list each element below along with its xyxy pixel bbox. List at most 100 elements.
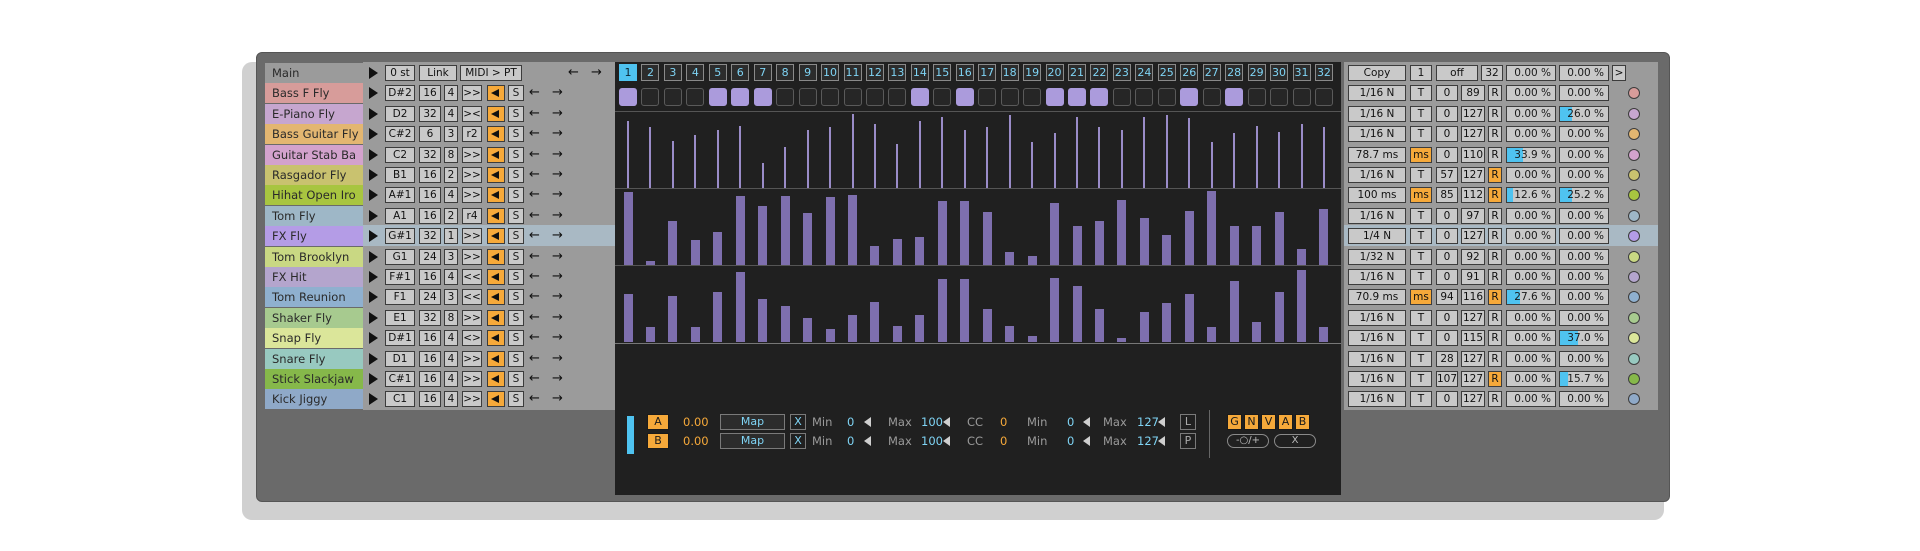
- lane-bar[interactable]: [1229, 226, 1239, 265]
- lane-bar[interactable]: [1117, 200, 1127, 265]
- division-field[interactable]: 3: [444, 248, 458, 265]
- play-track-button[interactable]: [369, 189, 378, 202]
- gnvab-button[interactable]: V: [1261, 414, 1276, 430]
- step-number[interactable]: 30: [1270, 64, 1289, 81]
- mod-a-min-arrow-icon[interactable]: [864, 417, 871, 427]
- shift-right-arrow-icon[interactable]: →: [552, 226, 563, 246]
- time-mode-button[interactable]: T: [1410, 85, 1432, 102]
- percent-1-field[interactable]: 0.00 %: [1506, 309, 1556, 326]
- lane-bar[interactable]: [960, 279, 970, 342]
- steps-field[interactable]: 16: [419, 187, 441, 204]
- step-trigger[interactable]: [1292, 88, 1311, 106]
- next-page-button[interactable]: >: [1612, 65, 1626, 81]
- rate-field[interactable]: 1/16 N: [1348, 391, 1406, 408]
- lane-bar[interactable]: [1005, 326, 1015, 342]
- solo-button[interactable]: S: [508, 167, 524, 183]
- lane-bar[interactable]: [1229, 281, 1239, 342]
- value-2-field[interactable]: 91: [1461, 269, 1485, 285]
- step-number[interactable]: 14: [910, 64, 929, 81]
- solo-button[interactable]: S: [508, 330, 524, 347]
- lane-bar[interactable]: [668, 296, 678, 342]
- lane-bar[interactable]: [825, 197, 835, 265]
- lane-bar[interactable]: [1094, 221, 1104, 265]
- percent-2-field[interactable]: 0.00 %: [1559, 289, 1609, 306]
- steps-field[interactable]: 32: [419, 146, 441, 163]
- step-trigger[interactable]: [910, 88, 929, 106]
- lane-bar[interactable]: [1008, 115, 1011, 188]
- step-trigger[interactable]: [731, 88, 750, 106]
- mute-speaker-icon[interactable]: [487, 187, 505, 204]
- time-mode-button[interactable]: ms: [1410, 187, 1432, 204]
- lane-bar[interactable]: [1274, 292, 1284, 342]
- value-1-field[interactable]: 0: [1436, 330, 1458, 347]
- solo-button[interactable]: S: [508, 187, 524, 204]
- step-trigger[interactable]: [821, 88, 840, 106]
- note-field[interactable]: C2: [385, 146, 415, 163]
- rate-field[interactable]: 70.9 ms: [1348, 289, 1406, 306]
- value-2-field[interactable]: 127: [1461, 350, 1485, 367]
- parameter-lane-2[interactable]: [615, 266, 1341, 342]
- note-field[interactable]: A1: [385, 207, 415, 224]
- lane-bar[interactable]: [918, 121, 921, 188]
- step-number[interactable]: 18: [1000, 64, 1019, 81]
- step-number[interactable]: 2: [641, 64, 660, 81]
- solo-button[interactable]: S: [508, 309, 524, 326]
- mod-b-cc-value[interactable]: 0: [1000, 434, 1007, 448]
- lane-bar[interactable]: [758, 206, 768, 265]
- direction-field[interactable]: >>: [462, 371, 482, 387]
- lane-bar[interactable]: [986, 127, 989, 188]
- solo-button[interactable]: S: [508, 269, 524, 285]
- lane-bar[interactable]: [1072, 286, 1082, 342]
- lane-bar[interactable]: [690, 240, 700, 265]
- percent-2-field[interactable]: 0.00 %: [1559, 391, 1609, 408]
- lane-bar[interactable]: [1184, 294, 1194, 342]
- division-field[interactable]: 2: [444, 167, 458, 183]
- note-field[interactable]: D#2: [385, 85, 415, 102]
- value-2-field[interactable]: 127: [1461, 126, 1485, 143]
- velocity-lane[interactable]: [615, 112, 1341, 188]
- lane-bar[interactable]: [1297, 270, 1306, 342]
- play-track-button[interactable]: [369, 107, 378, 120]
- step-trigger[interactable]: [955, 88, 974, 106]
- shift-right-arrow-icon[interactable]: →: [552, 206, 563, 226]
- percent-2-field[interactable]: 26.0 %: [1559, 105, 1609, 122]
- step-trigger[interactable]: [641, 88, 660, 106]
- step-trigger[interactable]: [933, 88, 952, 106]
- solo-button[interactable]: S: [508, 126, 524, 143]
- r-button[interactable]: R: [1488, 105, 1502, 122]
- rate-field[interactable]: 78.7 ms: [1348, 146, 1406, 163]
- play-track-button[interactable]: [369, 291, 378, 304]
- lane-bar[interactable]: [1252, 322, 1262, 342]
- shift-left-arrow-icon[interactable]: ←: [529, 145, 540, 165]
- solo-button[interactable]: S: [508, 289, 524, 306]
- direction-field[interactable]: <>: [462, 330, 482, 347]
- play-track-button[interactable]: [369, 250, 378, 263]
- percent-2-field[interactable]: 25.2 %: [1559, 187, 1609, 204]
- parameter-lane-1[interactable]: [615, 189, 1341, 265]
- step-number[interactable]: 25: [1157, 64, 1176, 81]
- step-number[interactable]: 4: [686, 64, 705, 81]
- play-track-button[interactable]: [369, 311, 378, 324]
- lane-bar[interactable]: [803, 213, 813, 265]
- midi-route-button[interactable]: MIDI > PT: [460, 65, 522, 81]
- step-trigger[interactable]: [843, 88, 862, 106]
- step-trigger[interactable]: [753, 88, 772, 106]
- lane-bar[interactable]: [851, 114, 854, 188]
- step-number[interactable]: 13: [888, 64, 907, 81]
- percent-2-field[interactable]: 0.00 %: [1559, 269, 1609, 285]
- r-button[interactable]: R: [1488, 289, 1502, 306]
- step-trigger[interactable]: [1202, 88, 1221, 106]
- lane-bar[interactable]: [937, 279, 947, 342]
- solo-button[interactable]: S: [508, 105, 524, 122]
- step-trigger[interactable]: [1225, 88, 1244, 106]
- track-name[interactable]: E-Piano Fly: [265, 103, 363, 124]
- solo-button[interactable]: S: [508, 207, 524, 224]
- percent-1-field[interactable]: 0.00 %: [1506, 207, 1556, 224]
- division-field[interactable]: 2: [444, 207, 458, 224]
- value-1-field[interactable]: 85: [1436, 187, 1458, 204]
- track-color-dot[interactable]: [1628, 230, 1640, 243]
- length-field[interactable]: 32: [1481, 65, 1503, 81]
- mod-a-cc-value[interactable]: 0: [1000, 415, 1007, 429]
- percent-1-field[interactable]: 27.6 %: [1506, 289, 1556, 306]
- step-number[interactable]: 32: [1314, 64, 1333, 81]
